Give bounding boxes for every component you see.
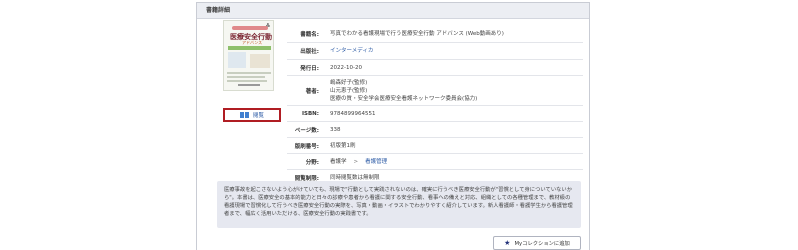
cover-photo bbox=[250, 54, 270, 68]
info-key: 分野: bbox=[305, 159, 319, 166]
breadcrumb-separator: > bbox=[353, 158, 359, 165]
info-key: ISBN: bbox=[301, 110, 319, 117]
view-button-label: 閲覧 bbox=[252, 113, 264, 119]
info-key: 版刷番号: bbox=[294, 143, 319, 150]
cover-bar bbox=[227, 76, 265, 78]
cover-green-band bbox=[228, 46, 271, 50]
info-value: 写真でわかる看護現場で行う医療安全行動 アドバンス (Web動画あり) bbox=[330, 31, 504, 37]
info-row-pages: ページ数: 338 bbox=[287, 122, 583, 138]
author-line: 嶋森好子(監修) bbox=[330, 79, 368, 86]
info-key: 書籍名: bbox=[300, 32, 319, 38]
cover-bar bbox=[227, 80, 267, 82]
author-line: 山元恵子(監修) bbox=[330, 87, 368, 94]
info-row-authors: 著者: 嶋森好子(監修) 山元恵子(監修) 医療の質・安全学会医療安全看護ネット… bbox=[287, 76, 583, 106]
cover-footer bbox=[238, 84, 260, 86]
info-row-field: 分野: 看護学 > 看護管理 bbox=[287, 154, 583, 170]
book-detail-panel: 書籍詳細 ⁂ 医療安全行動 アドバンス 閲覧 書籍名: 写真でわかる看護現場で行… bbox=[196, 2, 590, 250]
add-to-collection-label: Myコレクションに追加 bbox=[514, 241, 570, 247]
info-row-edition: 版刷番号: 初版第1刷 bbox=[287, 138, 583, 154]
info-value: 338 bbox=[330, 126, 341, 133]
star-icon: ★ bbox=[504, 238, 511, 247]
book-cover-image: ⁂ 医療安全行動 アドバンス bbox=[223, 20, 274, 91]
info-value: 看護学 > 看護管理 bbox=[324, 158, 583, 166]
cover-bar bbox=[227, 72, 271, 74]
cover-photo bbox=[228, 52, 246, 68]
book-description: 医療事故を起こさないよう心がけていても、現場で"行動として実践されないのは、確実… bbox=[217, 181, 581, 228]
info-key: ページ数: bbox=[294, 127, 319, 134]
info-row-publisher: 出版社: インターメディカ bbox=[287, 43, 583, 60]
info-row-isbn: ISBN: 9784899964551 bbox=[287, 106, 583, 122]
info-value: 嶋森好子(監修) 山元恵子(監修) 医療の質・安全学会医療安全看護ネットワーク委… bbox=[324, 79, 583, 103]
cover-band bbox=[232, 26, 268, 30]
info-key: 著者: bbox=[305, 88, 319, 95]
info-value: 2022-10-20 bbox=[330, 64, 362, 71]
info-value: 9784899964551 bbox=[330, 110, 376, 117]
publisher-link[interactable]: インターメディカ bbox=[330, 48, 373, 54]
info-row-date: 発行日: 2022-10-20 bbox=[287, 60, 583, 76]
field-parent: 看護学 bbox=[330, 158, 347, 165]
info-value: 初版第1刷 bbox=[330, 142, 356, 149]
book-info-table: 書籍名: 写真でわかる看護現場で行う医療安全行動 アドバンス (Web動画あり)… bbox=[287, 26, 583, 186]
book-icon bbox=[239, 112, 249, 118]
add-to-collection-button[interactable]: ★ Myコレクションに追加 bbox=[493, 236, 581, 250]
info-key: 出版社: bbox=[300, 49, 319, 55]
field-link[interactable]: 看護管理 bbox=[365, 159, 387, 165]
info-key: 発行日: bbox=[300, 65, 319, 72]
info-row-title: 書籍名: 写真でわかる看護現場で行う医療安全行動 アドバンス (Web動画あり) bbox=[287, 26, 583, 43]
panel-header: 書籍詳細 bbox=[197, 3, 589, 19]
view-button[interactable]: 閲覧 bbox=[223, 108, 281, 122]
author-line: 医療の質・安全学会医療安全看護ネットワーク委員会(協力) bbox=[330, 95, 478, 102]
